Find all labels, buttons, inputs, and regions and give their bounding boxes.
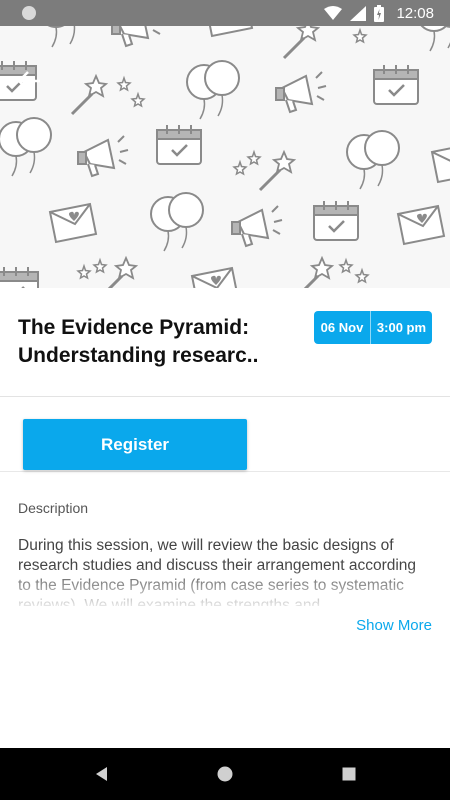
back-triangle-icon[interactable] <box>92 764 112 784</box>
home-circle-icon[interactable] <box>215 764 235 784</box>
event-title: The Evidence Pyramid: Understanding rese… <box>18 316 259 367</box>
status-bar: 12:08 <box>0 0 450 26</box>
clock: 12:08 <box>396 4 434 22</box>
event-time: 3:00 pm <box>376 320 427 335</box>
event-banner <box>0 26 450 288</box>
event-date-badge: 06 Nov 3:00 pm <box>314 311 432 344</box>
show-more-link[interactable]: Show More <box>356 617 432 634</box>
event-doodle-pattern <box>0 26 450 288</box>
signal-icon <box>350 5 367 21</box>
arrow-back-icon[interactable] <box>14 66 44 96</box>
notification-icon <box>22 6 36 20</box>
recents-square-icon[interactable] <box>339 764 359 784</box>
battery-icon <box>374 4 385 22</box>
event-header: The Evidence Pyramid: Understanding rese… <box>0 288 450 397</box>
system-icons: 12:08 <box>324 0 434 26</box>
description-fade <box>0 566 450 610</box>
register-section: Register <box>0 397 450 472</box>
description-heading: Description <box>18 500 89 516</box>
wifi-icon <box>324 6 343 20</box>
register-button[interactable]: Register <box>23 419 247 470</box>
navigation-bar <box>0 748 450 800</box>
event-date: 06 Nov <box>314 311 371 344</box>
